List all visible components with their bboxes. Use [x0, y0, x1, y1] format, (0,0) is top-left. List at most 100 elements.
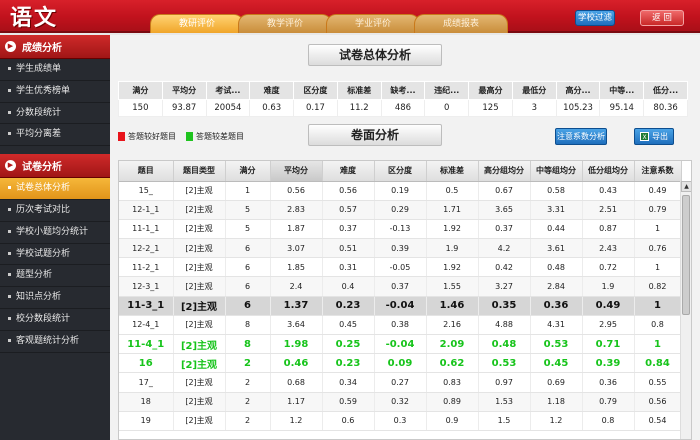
table-cell: 0.29: [374, 200, 427, 220]
summary-value-cell: 0.17: [293, 99, 338, 117]
table-row[interactable]: 17_ [2]主观 2 0.68 0.34 0.27 0.83 0.97 0.69 0.36 0.5…: [119, 372, 682, 393]
logo-text: 语文: [10, 5, 59, 31]
sidebar-item-label: 学生优秀榜单: [16, 85, 71, 96]
sidebar-item-school-question-analysis[interactable]: 学校试题分析: [0, 244, 110, 266]
table-cell: 2.83: [270, 200, 323, 220]
grid-body: 15_ [2]主观 1 0.56 0.56 0.19 0.5 0.67 0.58 0.43 0.49…: [119, 181, 682, 431]
bullet-icon: [8, 316, 11, 320]
vertical-scrollbar[interactable]: ▲: [680, 181, 691, 439]
sidebar-item-school-score-bands[interactable]: 校分数段统计: [0, 309, 110, 331]
legend-label: 答题较好题目: [128, 132, 176, 141]
bullet-icon: [8, 110, 11, 114]
attention-coef-button[interactable]: 注意系数分析: [555, 128, 607, 145]
tab-academic-eval[interactable]: 学业评价: [326, 14, 420, 33]
table-cell: 0.79: [634, 200, 682, 220]
table-cell: 2.43: [582, 238, 635, 259]
grid-column-header[interactable]: 高分组均分: [478, 161, 531, 182]
grid-column-header[interactable]: 平均分: [270, 161, 323, 182]
tab-teaching-eval[interactable]: 教学评价: [238, 14, 332, 33]
table-cell: 0.51: [322, 238, 375, 259]
grid-column-header[interactable]: 满分: [225, 161, 271, 182]
sidebar-item-question-type[interactable]: 题型分析: [0, 265, 110, 288]
table-cell: 1: [225, 181, 271, 201]
table-cell: 0.23: [322, 353, 375, 374]
table-cell: -0.05: [374, 257, 427, 278]
sidebar-item-mean-deviation[interactable]: 平均分离差: [0, 124, 110, 147]
table-cell: [2]主观: [173, 257, 226, 278]
sidebar-item-paper-overall[interactable]: 试卷总体分析: [0, 178, 110, 200]
sidebar-item-knowledge-point[interactable]: 知识点分析: [0, 287, 110, 309]
table-row[interactable]: 15_ [2]主观 1 0.56 0.56 0.19 0.5 0.67 0.58 0.43 0.49: [119, 181, 682, 201]
table-cell: 1.2: [530, 411, 583, 431]
sidebar-item-label: 知识点分析: [16, 292, 62, 303]
table-cell: [2]主观: [173, 181, 226, 201]
table-cell: 4.88: [478, 315, 531, 336]
table-cell: 0.37: [478, 219, 531, 240]
back-button[interactable]: 返 回: [640, 10, 684, 26]
grid-column-header[interactable]: 标准差: [426, 161, 479, 182]
sidebar-section-score-analysis[interactable]: ▶ 成绩分析: [0, 35, 110, 59]
summary-header-cell: 最低分: [511, 81, 557, 100]
scrollbar-thumb[interactable]: [682, 195, 690, 315]
sidebar-item-label: 学校试题分析: [16, 248, 71, 259]
tab-teaching-research[interactable]: 教研评价: [150, 14, 244, 33]
scroll-up-icon[interactable]: ▲: [681, 181, 691, 192]
table-row[interactable]: 12-2_1 [2]主观 6 3.07 0.51 0.39 1.9 4.2 3.61 2.43 0.…: [119, 238, 682, 259]
table-cell: 11-4_1: [119, 334, 174, 355]
grid-column-header[interactable]: 低分组均分: [582, 161, 635, 182]
summary-header-cell: 难度: [249, 81, 295, 100]
sidebar-item-student-report[interactable]: 学生成绩单: [0, 59, 110, 81]
table-row[interactable]: 11-2_1 [2]主观 6 1.85 0.31 -0.05 1.92 0.42 0.48 0.7…: [119, 257, 682, 278]
table-cell: 0.69: [530, 372, 583, 393]
table-cell: 0.48: [530, 257, 583, 278]
table-row[interactable]: 12-1_1 [2]主观 5 2.83 0.57 0.29 1.71 3.65 3.31 2.51…: [119, 200, 682, 220]
table-cell: 1.92: [426, 257, 479, 278]
table-cell: 0.82: [634, 276, 682, 297]
table-cell: 0.55: [634, 372, 682, 393]
summary-value-cell: 3: [511, 99, 557, 117]
sidebar-item-exam-compare[interactable]: 历次考试对比: [0, 200, 110, 222]
table-cell: 0.67: [478, 181, 531, 201]
table-row[interactable]: 18 [2]主观 2 1.17 0.59 0.32 0.89 1.53 1.18 0.79 0.56: [119, 392, 682, 412]
table-row[interactable]: 12-3_1 [2]主观 6 2.4 0.4 0.37 1.55 3.27 2.84 1.9 0.8…: [119, 276, 682, 297]
summary-header-cell: 违纪...: [424, 81, 470, 100]
grid-column-header[interactable]: 题目: [119, 161, 174, 182]
question-analysis-grid[interactable]: 题目 题目类型 满分 平均分 难度 区分度 标准差 高分组均分 中等组均分 低分组均分 注意系数 1…: [118, 160, 692, 440]
school-filter-button[interactable]: 学校过滤: [575, 10, 615, 26]
export-button[interactable]: X 导出: [634, 128, 674, 145]
table-row[interactable]: 12-4_1 [2]主观 8 3.64 0.45 0.38 2.16 4.88 4.31 2.95…: [119, 315, 682, 336]
grid-column-header[interactable]: 题目类型: [173, 161, 226, 182]
sidebar-item-top-students[interactable]: 学生优秀榜单: [0, 81, 110, 103]
table-row[interactable]: 11-3_1 [2]主观 6 1.37 0.23 -0.04 1.46 0.35 0.36 0.4…: [119, 296, 682, 316]
sidebar: ▶ 成绩分析 学生成绩单 学生优秀榜单 分数段统计 平均分离差 ▶ 试卷分析 试…: [0, 35, 110, 440]
sidebar-item-label: 题型分析: [16, 270, 53, 281]
sidebar-item-school-question-mean[interactable]: 学校小题均分统计: [0, 222, 110, 244]
table-row[interactable]: 11-1_1 [2]主观 5 1.87 0.37 -0.13 1.92 0.37 0.44 0.8…: [119, 219, 682, 240]
table-cell: 0.44: [530, 219, 583, 240]
grid-column-header[interactable]: 区分度: [374, 161, 427, 182]
table-cell: 0.72: [582, 257, 635, 278]
sidebar-item-objective-stats[interactable]: 客观题统计分析: [0, 331, 110, 353]
table-cell: [2]主观: [173, 315, 226, 336]
table-row[interactable]: 19 [2]主观 2 1.2 0.6 0.3 0.9 1.5 1.2 0.8 0.54: [119, 411, 682, 431]
grid-column-header[interactable]: 难度: [322, 161, 375, 182]
sidebar-item-score-bands[interactable]: 分数段统计: [0, 103, 110, 125]
table-row[interactable]: 11-4_1 [2]主观 8 1.98 0.25 -0.04 2.09 0.48 0.53 0.7…: [119, 334, 682, 355]
table-cell: 0.46: [270, 353, 323, 374]
table-cell: 0.71: [582, 334, 635, 355]
table-cell: 0.38: [374, 315, 427, 336]
grid-column-header[interactable]: 注意系数: [634, 161, 682, 182]
grid-column-header[interactable]: 中等组均分: [530, 161, 583, 182]
sidebar-section-paper-analysis[interactable]: ▶ 试卷分析: [0, 154, 110, 179]
table-row[interactable]: 16 [2]主观 2 0.46 0.23 0.09 0.62 0.53 0.45 0.39 0.84: [119, 353, 682, 374]
table-cell: 0.35: [478, 296, 531, 316]
tab-score-report[interactable]: 成绩报表: [414, 14, 508, 33]
subject-logo: 语文: [10, 3, 59, 31]
table-cell: 0.5: [426, 181, 479, 201]
section-title: 试卷分析: [22, 162, 62, 174]
table-cell: 12-3_1: [119, 276, 174, 297]
table-cell: 0.56: [322, 181, 375, 201]
summary-value-cell: 95.14: [599, 99, 645, 117]
table-cell: [2]主观: [173, 296, 226, 316]
legend-swatch-green: [186, 132, 193, 141]
